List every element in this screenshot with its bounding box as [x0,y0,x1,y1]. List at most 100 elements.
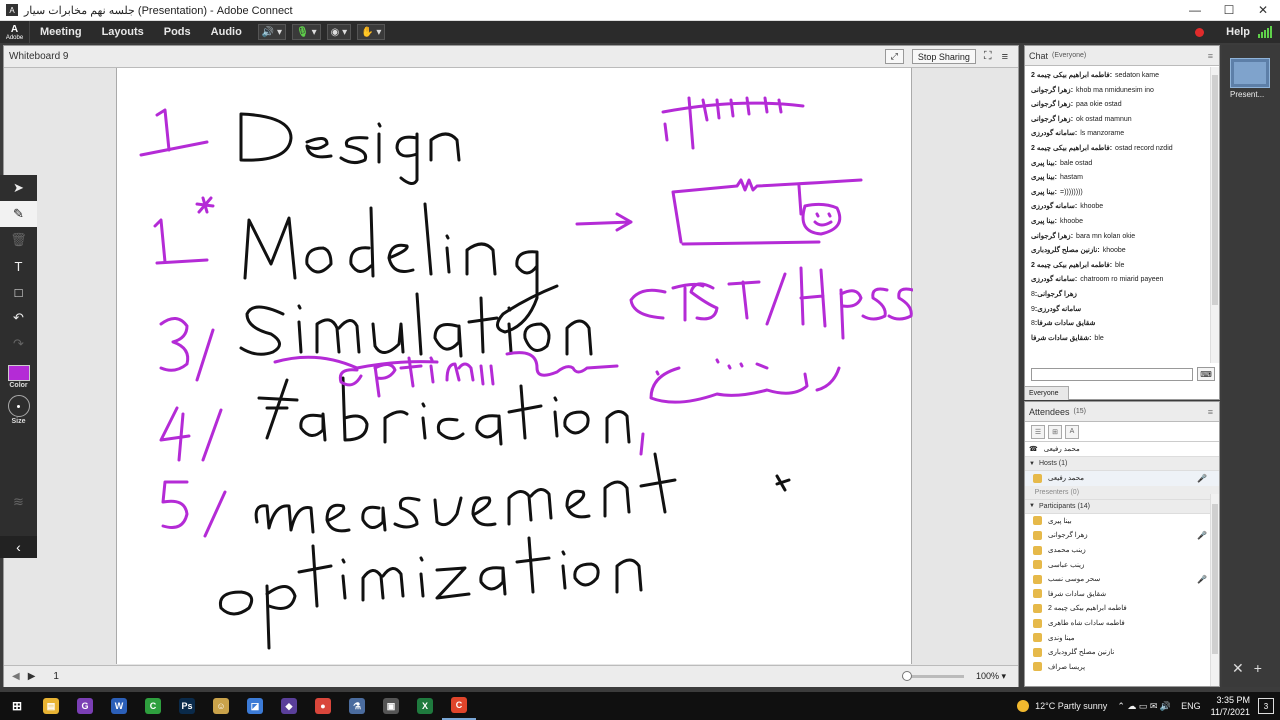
participant-row[interactable]: زینب محمدی [1025,543,1219,558]
presentation-layout-thumbnail[interactable] [1230,58,1270,88]
list-view-icon[interactable]: ☰ [1031,424,1045,439]
zoom-dropdown[interactable]: 100% ▾ [976,671,1006,682]
chat-tab-everyone[interactable]: Everyone [1025,386,1069,400]
whiteboard-canvas[interactable] [116,68,915,664]
adobe-connect-icon[interactable]: C [442,692,476,720]
microphone-control[interactable]: 🎙 ▾ [292,24,321,40]
app-purple-icon[interactable]: ◆ [272,692,306,720]
weather-text[interactable]: 12°C Partly sunny [1035,701,1107,711]
whiteboard-footer: ◀ ▶ 1 100% ▾ [4,665,1018,687]
attendees-menu-icon[interactable]: ≡ [1208,407,1213,417]
whiteboard-title: Whiteboard 9 [9,51,69,62]
maximize-button[interactable]: ☐ [1212,0,1246,21]
participant-row[interactable]: بینا پیری [1025,514,1219,529]
undo-icon[interactable]: ↶ [0,305,37,331]
notification-center-icon[interactable]: 3 [1258,698,1274,714]
zoom-slider[interactable] [901,671,964,681]
participant-row[interactable]: فاطمه ابراهیم بیکی چیمه 2 [1025,601,1219,616]
sort-icon[interactable]: A [1065,424,1079,439]
camtasia-icon[interactable]: C [136,692,170,720]
speaker-control[interactable]: 🔊 ▾ [257,24,287,40]
minimize-button[interactable]: — [1178,0,1212,21]
app-person-icon[interactable]: ☺ [204,692,238,720]
participants-group[interactable]: ▼ Participants (14) [1025,499,1219,514]
collapse-icon[interactable]: ✕ [1232,660,1244,677]
participant-row[interactable]: مینا وندی [1025,630,1219,645]
expand-triangle-icon: ▼ [1029,503,1035,510]
language-indicator[interactable]: ENG [1181,701,1201,711]
zoom-slider-handle[interactable] [901,671,912,681]
recording-icon[interactable] [1195,27,1205,37]
photoshop-icon[interactable]: Ps [170,692,204,720]
color-swatch[interactable] [7,365,30,381]
zoom-value: 100% [975,671,999,681]
file-explorer-icon[interactable]: ▤ [34,692,68,720]
next-page-icon[interactable]: ▶ [28,671,36,682]
app-beaker-icon[interactable]: ⚗ [340,692,374,720]
start-button-icon[interactable]: ⊞ [0,692,34,720]
chat-input[interactable] [1031,368,1193,381]
whiteboard-pod: Whiteboard 9 ⤢ Stop Sharing ⛶ ≡ ◀ ▶ 1 10… [3,45,1019,687]
hosts-group[interactable]: ▼ Hosts (1) [1025,457,1219,471]
size-selector-icon[interactable] [7,395,30,417]
expand-triangle-icon [1029,489,1031,495]
participant-row[interactable]: زهرا گرجوانی 🎤 [1025,528,1219,543]
excel-icon[interactable]: X [408,692,442,720]
menu-bar: A Adobe Meeting Layouts Pods Audio 🔊 ▾ 🎙… [0,21,1280,43]
attendees-scrollbar[interactable] [1210,494,1219,686]
chat-sender: نازنین مصلح گلرودباری: [1031,247,1100,255]
chat-send-button[interactable]: ⌨ [1197,367,1215,381]
chat-message: سامانه گودرزی: khoobe [1031,202,1211,217]
marker-tool-icon[interactable]: ✎ [0,201,37,227]
attendees-count: (15) [1073,408,1086,415]
menu-meeting[interactable]: Meeting [30,26,92,38]
prev-page-icon[interactable]: ◀ [12,671,20,682]
user-role-icon [1033,530,1042,540]
my-status-row[interactable]: ☎ محمد رفیعی [1025,442,1219,457]
participant-row[interactable]: فاطمه سادات شاه طاهری [1025,616,1219,631]
chat-sender: زهرا گرجوانی: [1031,86,1074,94]
clock[interactable]: 3:35 PM 11/7/2021 [1211,694,1250,718]
layers-icon[interactable]: ≋ [0,489,37,515]
stop-sharing-button[interactable]: Stop Sharing [911,49,976,64]
redo-icon[interactable]: ↷ [0,331,37,357]
menu-pods[interactable]: Pods [154,26,201,38]
text-tool-icon[interactable]: T [0,253,37,279]
chat-sender: بینا پیری: [1031,174,1057,182]
word-icon[interactable]: W [102,692,136,720]
chat-sender: سامانه گودرزی: [1031,130,1078,138]
app-blue-icon[interactable]: ◪ [238,692,272,720]
chrome-icon[interactable]: ● [306,692,340,720]
close-button[interactable]: ✕ [1246,0,1280,21]
taskbar-apps: ⊞ ▤ G W C Ps ☺ ◪ ◆ ● ⚗ ▣ X C [0,692,476,720]
presenters-group[interactable]: Presenters (0) [1025,485,1219,500]
webcam-control[interactable]: ◉ ▾ [326,24,352,40]
sync-button[interactable]: ⤢ [884,49,904,64]
participant-row[interactable]: زینب عباسی [1025,557,1219,572]
user-role-icon [1033,516,1042,526]
status-control[interactable]: ✋ ▾ [357,24,386,40]
chat-scrollbar[interactable] [1210,67,1219,363]
pod-menu-icon[interactable]: ≡ [1002,51,1008,63]
tray-icons[interactable]: ⌃ ☁ ▭ ✉ 🔊 [1117,701,1171,712]
participant-row[interactable]: نازنین مصلح گلرودباری [1025,645,1219,660]
participant-row[interactable]: پریسا صراف [1025,660,1219,675]
app-camera-icon[interactable]: ▣ [374,692,408,720]
help-menu[interactable]: Help [1226,26,1250,38]
chat-menu-icon[interactable]: ≡ [1208,51,1213,61]
selection-tool-icon[interactable]: ➤ [0,175,37,201]
add-layout-icon[interactable]: + [1254,660,1262,677]
collapse-toolbar-icon[interactable]: ‹ [0,536,37,558]
presenters-label: Presenters (0) [1034,488,1080,496]
menu-layouts[interactable]: Layouts [92,26,154,38]
attendee-name: زهرا گرجوانی [1048,532,1088,540]
delete-tool-icon[interactable]: 🗑 [0,227,37,253]
host-row[interactable]: محمد رفیعی 🎤 [1025,471,1219,486]
app-g-icon[interactable]: G [68,692,102,720]
fullscreen-icon[interactable]: ⛶ [984,50,992,63]
menu-audio[interactable]: Audio [201,26,252,38]
participant-row[interactable]: شقایق سادات شرفا [1025,587,1219,602]
breakout-view-icon[interactable]: ⊞ [1048,424,1062,439]
shape-tool-icon[interactable]: □ [0,279,37,305]
participant-row[interactable]: سحر موسی نسب 🎤 [1025,572,1219,587]
